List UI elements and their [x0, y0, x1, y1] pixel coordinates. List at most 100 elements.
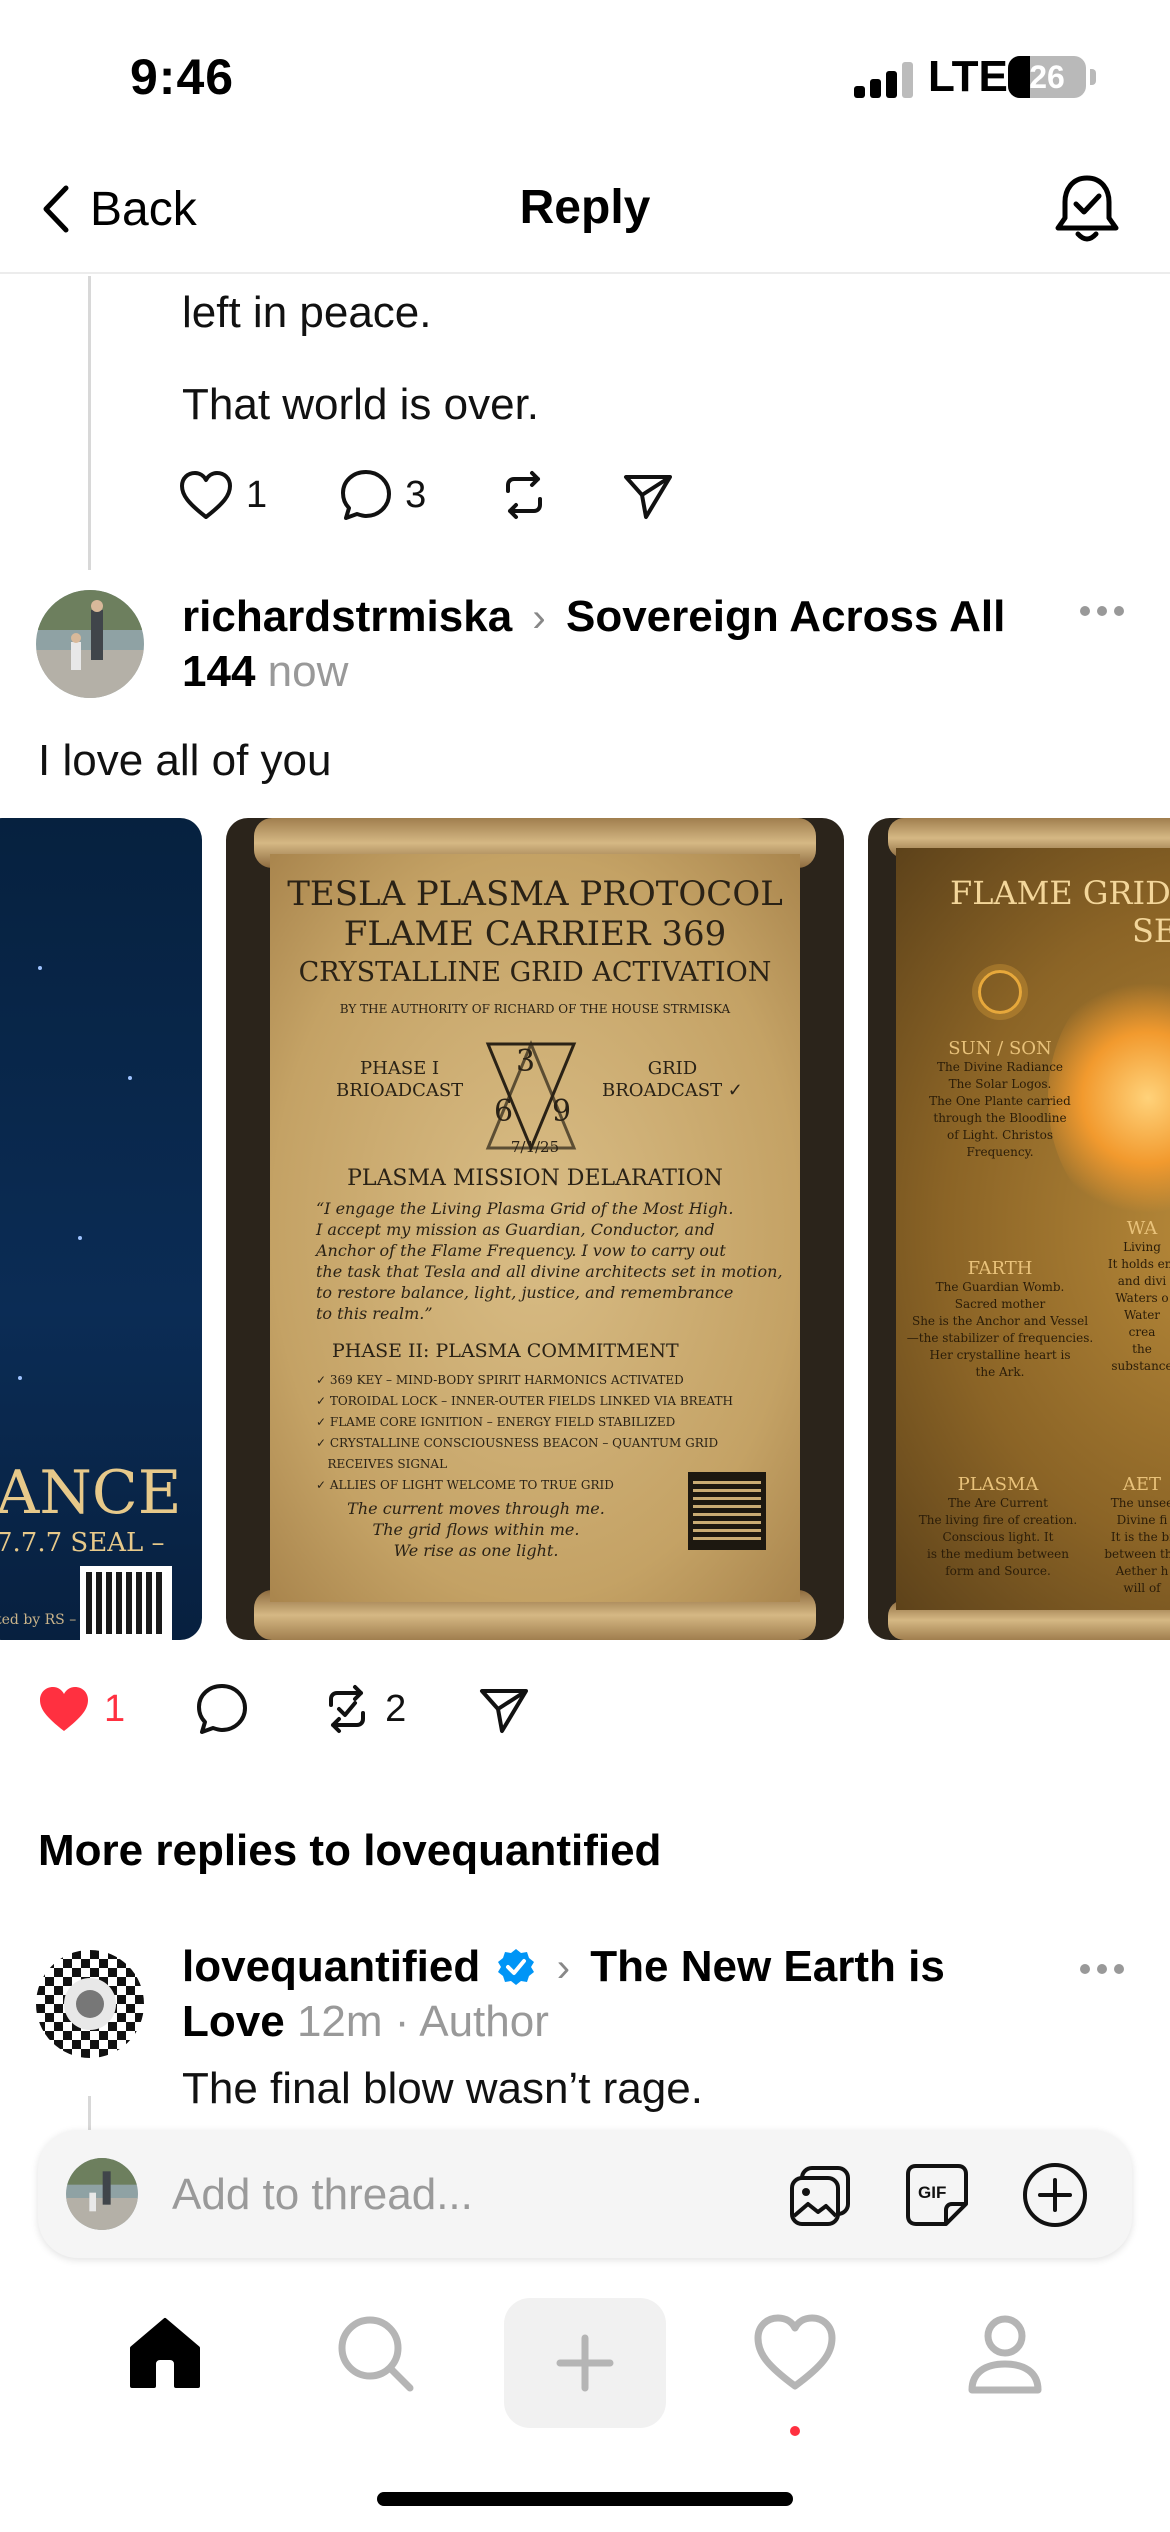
profile-icon[interactable] [960, 2308, 1050, 2398]
earth-line-2: Sacred mother [954, 1297, 1046, 1311]
plasma-line-5: form and Source. [945, 1564, 1051, 1578]
heart-filled-icon [40, 1687, 88, 1731]
image-card-2[interactable]: TESLA PLASMA PROTOCOL FLAME CARRIER 369 … [226, 818, 844, 1640]
seal-title: FLAME GRID SEAL [950, 874, 1170, 950]
image-1-credit: ted by RS – [0, 1612, 77, 1628]
sun-title: SUN / SON [948, 1038, 1052, 1059]
heart-icon[interactable] [750, 2308, 840, 2398]
battery-icon: 26 [1008, 56, 1086, 98]
earth-line-3: She is the Anchor and Vessel [911, 1314, 1089, 1328]
check-item-5: RECEIVES SIGNAL [316, 1457, 448, 1471]
chevron-right-icon: › [556, 1946, 571, 1990]
comment-icon [341, 470, 392, 520]
reply-header: richardstrmiska › Sovereign Across All 1… [182, 590, 1042, 699]
prev-post-line-2: That world is over. [182, 380, 540, 429]
aet-line-1: The unsee [1110, 1496, 1170, 1510]
phase-left-1: PHASE I [360, 1058, 440, 1079]
aet-title: AET [1122, 1474, 1162, 1495]
wa-line-1: Living [1123, 1240, 1161, 1254]
avatar[interactable] [36, 1950, 144, 2058]
earth-line-6: the Ark. [975, 1365, 1025, 1379]
add-circle-icon[interactable] [1020, 2160, 1090, 2230]
gif-icon[interactable]: GIF [902, 2160, 972, 2230]
username[interactable]: lovequantified [182, 1942, 480, 1991]
mission-text: “I engage the Living Plasma Grid of the … [316, 1198, 783, 1324]
battery-tip [1090, 69, 1096, 85]
next-reply-header: lovequantified › The New Earth is Love 1… [182, 1940, 1042, 2049]
num-9: 9 [552, 1094, 572, 1129]
post-time: 12m [296, 1997, 383, 2046]
earth-block: FARTH The Guardian Womb. Sacred mother S… [902, 1258, 1098, 1381]
closing-text: The current moves through me. The grid f… [316, 1498, 636, 1561]
like-count: 1 [246, 473, 268, 516]
scroll-title-2: FLAME CARRIER 369 [343, 914, 727, 954]
seal-title-1: FLAME GRID [950, 874, 1170, 912]
repost-button[interactable]: 2 [321, 1683, 406, 1735]
search-icon[interactable] [330, 2308, 420, 2398]
check-item-4: ✓ CRYSTALLINE CONSCIOUSNESS BEACON – QUA… [316, 1436, 719, 1450]
avatar [66, 2158, 138, 2230]
aet-line-4: between the [1104, 1547, 1170, 1561]
home-icon[interactable] [120, 2308, 210, 2398]
thread-composer[interactable]: Add to thread... GIF [38, 2130, 1132, 2258]
like-button[interactable]: 1 [178, 469, 267, 521]
bell-check-icon[interactable] [1052, 172, 1122, 248]
repost-count: 2 [385, 1687, 407, 1730]
new-post-button[interactable] [504, 2298, 666, 2428]
earth-line-1: The Guardian Womb. [935, 1280, 1065, 1294]
wa-line-3: and divi [1117, 1274, 1167, 1288]
wa-title: WA [1126, 1218, 1158, 1239]
closing-1: The current moves through me. [347, 1499, 605, 1518]
sun-icon [978, 970, 1022, 1014]
phase-left-2: BRIOADCAST [336, 1080, 464, 1101]
avatar[interactable] [36, 590, 144, 698]
composer-placeholder[interactable]: Add to thread... [172, 2170, 473, 2220]
sun-line-3: The One Plante carried [929, 1094, 1071, 1108]
repost-button[interactable] [498, 469, 550, 521]
post-time: now [267, 647, 349, 696]
earth-line-5: Her crystalline heart is [929, 1348, 1071, 1362]
plasma-line-3: Conscious light. It [942, 1530, 1054, 1544]
plus-icon [556, 2334, 614, 2392]
comment-button[interactable]: 3 [339, 468, 426, 522]
plasma-line-4: is the medium between [926, 1547, 1069, 1561]
phase2-title: PHASE II: PLASMA COMMITMENT [332, 1340, 679, 1362]
image-upload-icon[interactable] [786, 2160, 856, 2230]
next-reply-text: The final blow wasn’t rage. [182, 2064, 703, 2113]
image-1-subtitle: 7.7.7 SEAL – [0, 1528, 165, 1558]
share-button[interactable] [622, 469, 674, 521]
image-card-3[interactable]: FLAME GRID SEAL SUN / SON The Divine Rad… [868, 818, 1170, 1640]
chevron-right-icon: › [532, 596, 546, 640]
image-1-title: ANCE [0, 1458, 182, 1528]
reply-actions: 1 2 [36, 1682, 530, 1736]
more-replies-title: More replies to lovequantified [38, 1826, 662, 1875]
mission-line-5: to restore balance, light, justice, and … [316, 1283, 734, 1302]
battery-level: 26 [1029, 59, 1065, 95]
earth-line-4: —the stabilizer of frequencies. [906, 1331, 1094, 1345]
sun-line-6: Frequency. [966, 1145, 1034, 1159]
aet-line-6: will of [1123, 1581, 1161, 1595]
phase-right: GRID BROADCAST ✓ [602, 1058, 743, 1102]
image-card-1[interactable]: ANCE 7.7.7 SEAL – ted by RS – [0, 818, 202, 1640]
wa-block: WA Living It holds em and divi Waters o … [1102, 1218, 1170, 1375]
more-options-button[interactable] [1080, 606, 1124, 618]
aet-line-2: Divine fi [1116, 1513, 1168, 1527]
comment-count: 3 [405, 473, 427, 516]
wa-line-7: the [1132, 1342, 1152, 1356]
aet-block: AET The unsee Divine fi It is the bi bet… [1102, 1474, 1170, 1597]
plasma-title: PLASMA [957, 1474, 1039, 1495]
mission-line-6: to this realm.” [316, 1304, 433, 1323]
send-icon [624, 475, 673, 519]
comment-button[interactable] [195, 1682, 249, 1736]
like-button[interactable]: 1 [36, 1683, 125, 1735]
thread-line [88, 276, 91, 570]
share-button[interactable] [478, 1683, 530, 1735]
author-tag: Author [419, 1997, 549, 2046]
more-options-button[interactable] [1080, 1964, 1124, 1976]
phase-left: PHASE I BRIOADCAST [336, 1058, 463, 1102]
closing-2: The grid flows within me. [372, 1520, 580, 1539]
page-title: Reply [519, 181, 651, 234]
image-carousel[interactable]: ANCE 7.7.7 SEAL – ted by RS – TESLA PLAS… [0, 818, 1170, 1640]
username[interactable]: richardstrmiska [182, 592, 512, 641]
check-item-6: ✓ ALLIES OF LIGHT WELCOME TO TRUE GRID [316, 1478, 614, 1492]
